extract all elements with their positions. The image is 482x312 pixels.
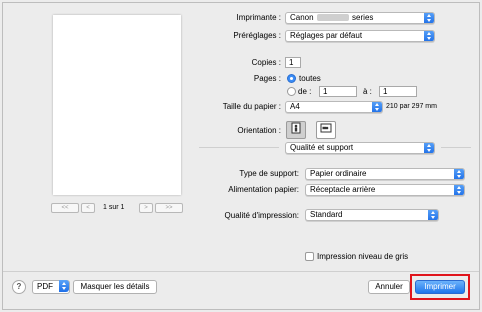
up-down-arrows-icon: [428, 210, 438, 220]
paper-dimensions: 210 par 297 mm: [386, 103, 437, 110]
help-icon: ?: [16, 282, 22, 291]
paper-source-value: Réceptacle arrière: [310, 185, 376, 194]
print-button[interactable]: Imprimer: [415, 280, 465, 294]
presets-value: Réglages par défaut: [290, 31, 363, 40]
media-type-value: Papier ordinaire: [310, 169, 367, 178]
pdf-button[interactable]: PDF: [32, 280, 70, 294]
landscape-orientation-button[interactable]: [316, 121, 336, 139]
cancel-label: Annuler: [375, 282, 403, 291]
pdf-label: PDF: [37, 282, 53, 291]
pages-range-radio[interactable]: [287, 87, 296, 96]
print-quality-value: Standard: [310, 210, 343, 219]
up-down-arrows-icon: [424, 31, 434, 41]
landscape-orientation-icon: [320, 123, 332, 133]
media-type-label: Type de support:: [239, 169, 299, 178]
presets-select[interactable]: Réglages par défaut: [285, 30, 435, 42]
page-preview: [53, 15, 181, 195]
section-value: Qualité et support: [290, 143, 354, 152]
print-quality-label: Qualité d'impression:: [224, 211, 299, 220]
up-down-arrows-icon: [424, 13, 434, 23]
presets-label: Préréglages :: [233, 31, 281, 40]
separator-right: [441, 147, 471, 148]
pages-label: Pages :: [253, 74, 281, 83]
cancel-button[interactable]: Annuler: [368, 280, 410, 294]
printer-suffix: series: [352, 13, 374, 22]
last-page-button[interactable]: >>: [155, 203, 183, 213]
section-select[interactable]: Qualité et support: [285, 142, 435, 154]
orientation-label: Orientation :: [237, 126, 281, 135]
up-down-arrows-icon: [424, 143, 434, 153]
hide-details-label: Masquer les détails: [80, 282, 150, 291]
prev-page-icon: <: [86, 205, 90, 211]
next-page-icon: >: [144, 205, 148, 211]
pages-from-label: de :: [298, 87, 312, 96]
pages-to-input[interactable]: 1: [379, 86, 417, 97]
media-type-select[interactable]: Papier ordinaire: [305, 168, 465, 180]
pages-to-label: à :: [363, 87, 372, 96]
grayscale-checkbox[interactable]: [305, 252, 314, 261]
footer-separator: [3, 271, 479, 272]
print-quality-select[interactable]: Standard: [305, 209, 439, 221]
next-page-button[interactable]: >: [139, 203, 153, 213]
help-button[interactable]: ?: [12, 280, 26, 294]
separator-left: [199, 147, 279, 148]
printer-prefix: Canon: [290, 13, 314, 22]
page-info: 1 sur 1: [103, 204, 125, 211]
copies-input[interactable]: 1: [285, 57, 301, 68]
printer-model-redacted: [316, 14, 349, 22]
paper-source-label: Alimentation papier:: [228, 185, 299, 194]
pages-all-radio[interactable]: [287, 74, 296, 83]
portrait-orientation-icon: [291, 122, 301, 134]
chevron-down-icon: [59, 280, 69, 292]
printer-select[interactable]: Canon series: [285, 12, 435, 24]
last-page-icon: >>: [165, 205, 173, 211]
portrait-orientation-button[interactable]: [286, 121, 306, 139]
paper-size-value: A4: [290, 102, 300, 111]
pages-from-input[interactable]: 1: [319, 86, 357, 97]
paper-source-select[interactable]: Réceptacle arrière: [305, 184, 465, 196]
up-down-arrows-icon: [372, 102, 382, 112]
printer-label: Imprimante :: [236, 13, 281, 22]
print-label: Imprimer: [424, 282, 456, 291]
paper-size-select[interactable]: A4: [285, 101, 383, 113]
grayscale-label: Impression niveau de gris: [317, 252, 409, 261]
print-dialog: << < 1 sur 1 > >> Imprimante : Canon ser…: [2, 2, 480, 310]
paper-size-label: Taille du papier :: [222, 102, 281, 111]
first-page-button[interactable]: <<: [51, 203, 79, 213]
up-down-arrows-icon: [454, 185, 464, 195]
hide-details-button[interactable]: Masquer les détails: [73, 280, 157, 294]
first-page-icon: <<: [61, 205, 69, 211]
up-down-arrows-icon: [454, 169, 464, 179]
pages-all-label: toutes: [299, 74, 321, 83]
prev-page-button[interactable]: <: [81, 203, 95, 213]
copies-label: Copies :: [251, 58, 281, 67]
